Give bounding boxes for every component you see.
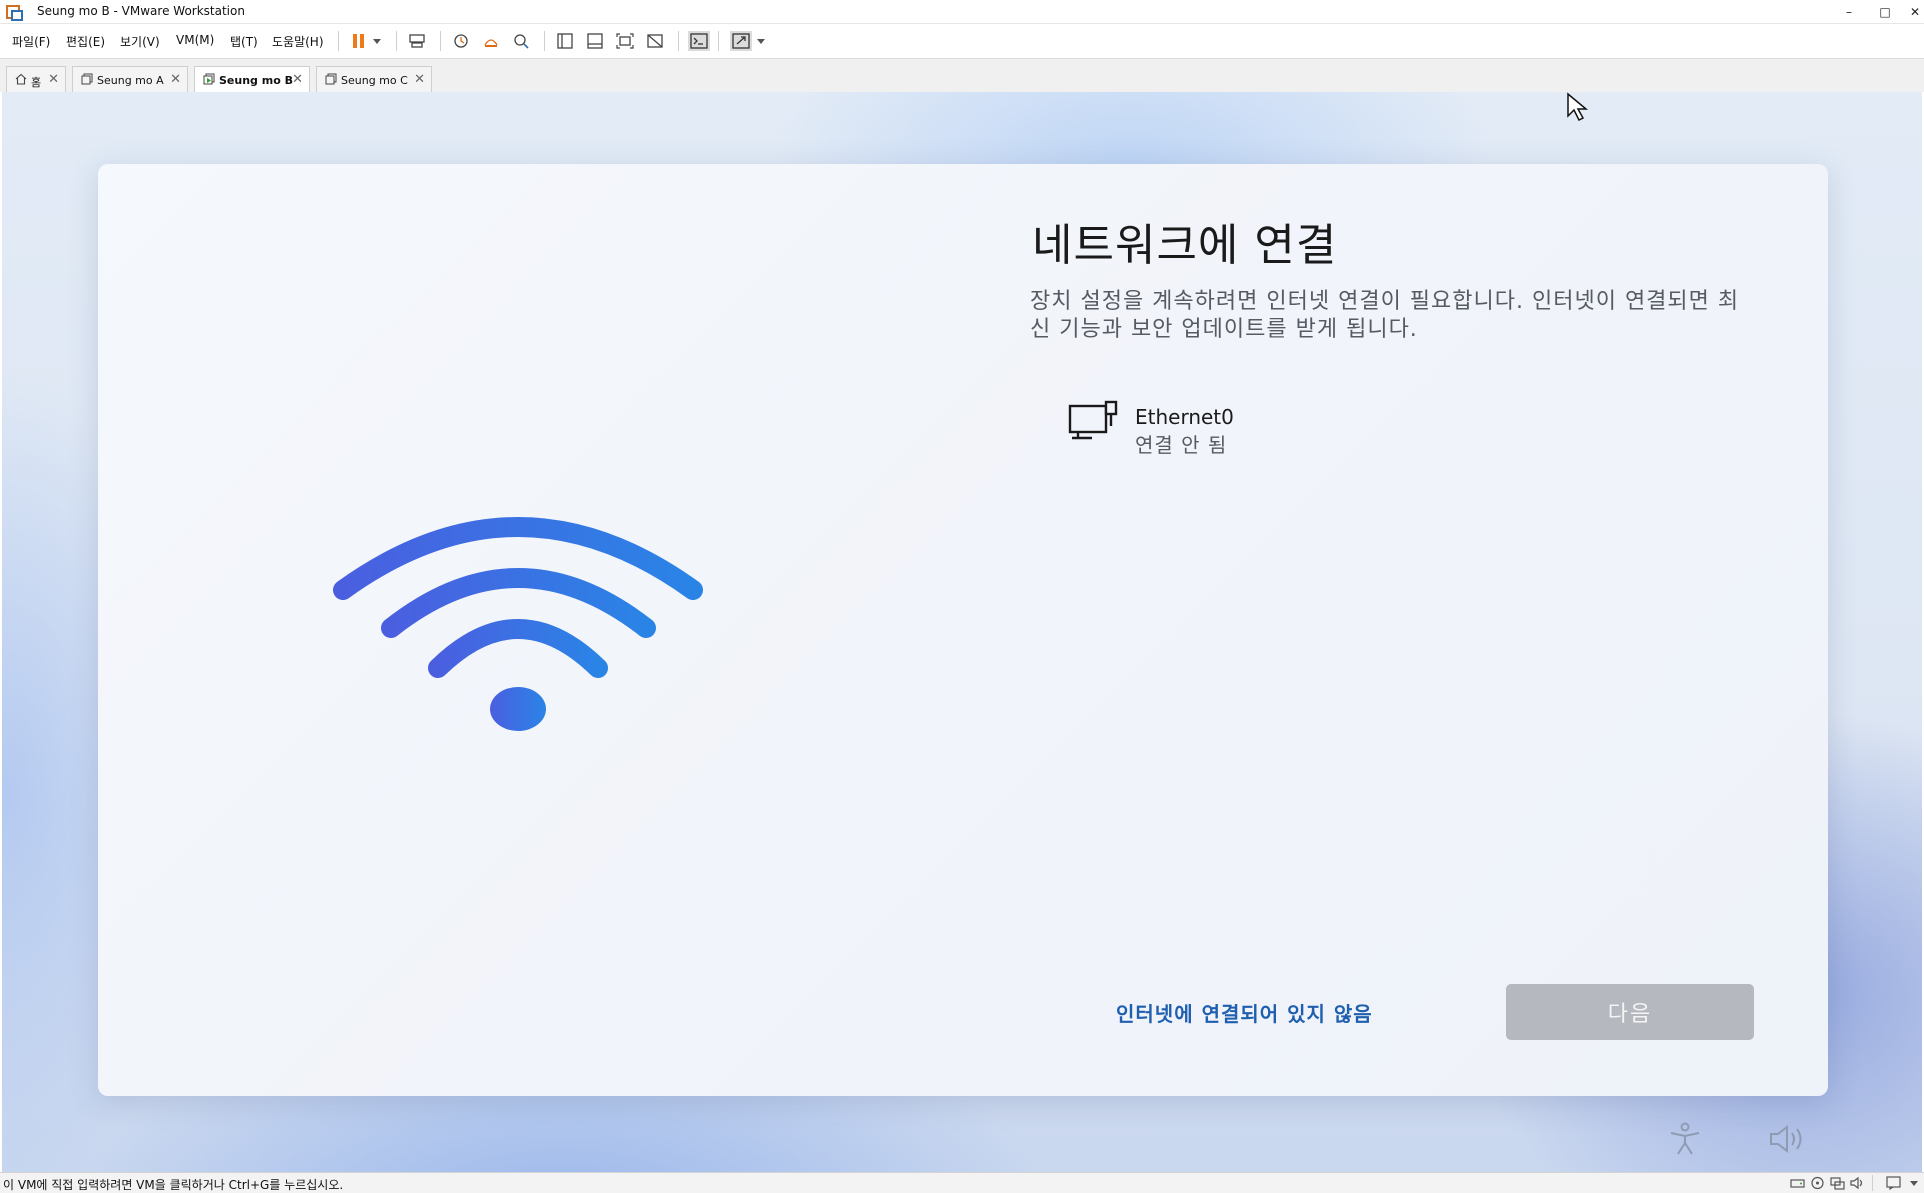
unity-icon[interactable] <box>646 33 664 49</box>
vm-icon <box>325 73 337 85</box>
minimize-button[interactable]: – <box>1836 0 1862 24</box>
tab-label: 홈 <box>31 76 42 89</box>
dropdown-icon[interactable] <box>756 33 766 49</box>
send-ctrl-alt-del-icon[interactable] <box>408 33 426 49</box>
toolbar-separator <box>718 31 719 51</box>
ethernet-icon <box>1068 400 1118 440</box>
close-button[interactable]: ✕ <box>1902 0 1924 24</box>
vm-icon <box>81 73 93 85</box>
tab-seung-mo-b[interactable]: Seung mo B ✕ <box>194 66 310 93</box>
toolbar-separator <box>678 31 679 51</box>
vm-running-icon <box>203 73 215 85</box>
library-icon[interactable] <box>556 33 574 49</box>
title-bar: Seung mo B - VMware Workstation – □ ✕ <box>0 0 1924 24</box>
close-icon[interactable]: ✕ <box>170 72 181 87</box>
vmware-app-icon <box>6 5 23 21</box>
snapshot-icon[interactable] <box>452 33 470 49</box>
revert-snapshot-icon[interactable] <box>482 33 500 49</box>
menu-tabs[interactable]: 탭(T) <box>230 33 258 50</box>
tab-seung-mo-c[interactable]: Seung mo C ✕ <box>316 66 432 92</box>
sound-card-icon[interactable] <box>1850 1176 1865 1190</box>
volume-icon[interactable] <box>1768 1124 1808 1154</box>
maximize-icon: □ <box>1879 5 1891 19</box>
status-message: 이 VM에 직접 입력하려면 VM을 클릭하거나 Ctrl+G를 누르십시오. <box>3 1178 344 1192</box>
no-internet-link[interactable]: 인터넷에 연결되어 있지 않음 <box>1116 998 1373 1027</box>
menu-help[interactable]: 도움말(H) <box>272 33 324 50</box>
oobe-dialog: 네트워크에 연결 장치 설정을 계속하려면 인터넷 연결이 필요합니다. 인터넷… <box>98 164 1828 1096</box>
dropdown-icon[interactable] <box>1908 1176 1920 1190</box>
window-title: Seung mo B - VMware Workstation <box>37 4 245 18</box>
page-title: 네트워크에 연결 <box>1032 220 1338 271</box>
menu-vm[interactable]: VM(M) <box>176 33 214 47</box>
stretch-icon[interactable] <box>730 31 752 51</box>
cd-dvd-icon[interactable] <box>1810 1176 1825 1190</box>
hard-disk-icon[interactable] <box>1790 1176 1805 1190</box>
full-screen-icon[interactable] <box>616 33 634 49</box>
next-button-label: 다음 <box>1607 1002 1653 1027</box>
close-icon[interactable]: ✕ <box>414 72 425 87</box>
dropdown-icon[interactable] <box>372 33 382 49</box>
status-bar: 이 VM에 직접 입력하려면 VM을 클릭하거나 Ctrl+G를 누르십시오. <box>0 1172 1924 1193</box>
toolbar-separator <box>338 31 339 51</box>
minimize-icon: – <box>1846 5 1852 19</box>
tab-label: Seung mo A <box>97 74 164 87</box>
accessibility-icon[interactable] <box>1668 1122 1702 1156</box>
thumbnail-bar-icon[interactable] <box>586 33 604 49</box>
snapshot-manager-icon[interactable] <box>512 33 530 49</box>
tab-label: Seung mo B <box>219 74 293 87</box>
tab-home[interactable]: 홈 ✕ <box>6 66 66 92</box>
tab-label: Seung mo C <box>341 74 408 87</box>
mouse-cursor-icon <box>1567 92 1589 122</box>
close-icon[interactable]: ✕ <box>48 72 59 87</box>
menu-edit[interactable]: 편집(E) <box>66 33 105 50</box>
page-description: 장치 설정을 계속하려면 인터넷 연결이 필요합니다. 인터넷이 연결되면 최신… <box>1030 289 1740 342</box>
toolbar-separator <box>396 31 397 51</box>
pause-icon[interactable] <box>350 33 368 49</box>
network-adapter-icon[interactable] <box>1830 1176 1845 1190</box>
network-status: 연결 안 됨 <box>1135 433 1228 457</box>
menu-toolbar: 파일(F) 편집(E) 보기(V) VM(M) 탭(T) 도움말(H) <box>0 26 1924 56</box>
status-separator <box>1872 1175 1873 1191</box>
menu-file[interactable]: 파일(F) <box>12 33 50 50</box>
next-button[interactable]: 다음 <box>1506 984 1754 1040</box>
menu-view[interactable]: 보기(V) <box>120 33 160 50</box>
network-item-ethernet0[interactable]: Ethernet0 연결 안 됨 <box>1068 400 1368 460</box>
tab-strip: 홈 ✕ Seung mo A ✕ Seung mo B ✕ Seung mo C… <box>0 58 1924 93</box>
vm-console[interactable]: 네트워크에 연결 장치 설정을 계속하려면 인터넷 연결이 필요합니다. 인터넷… <box>2 92 1922 1172</box>
tab-seung-mo-a[interactable]: Seung mo A ✕ <box>72 66 188 92</box>
maximize-button[interactable]: □ <box>1872 0 1898 24</box>
toolbar-separator <box>440 31 441 51</box>
wifi-illustration-icon <box>333 517 703 731</box>
console-icon[interactable] <box>688 31 710 51</box>
toolbar-separator <box>544 31 545 51</box>
close-icon: ✕ <box>1909 5 1921 19</box>
close-icon[interactable]: ✕ <box>292 72 303 87</box>
home-icon <box>15 73 27 85</box>
network-name: Ethernet0 <box>1135 405 1234 429</box>
message-log-icon[interactable] <box>1886 1176 1901 1190</box>
